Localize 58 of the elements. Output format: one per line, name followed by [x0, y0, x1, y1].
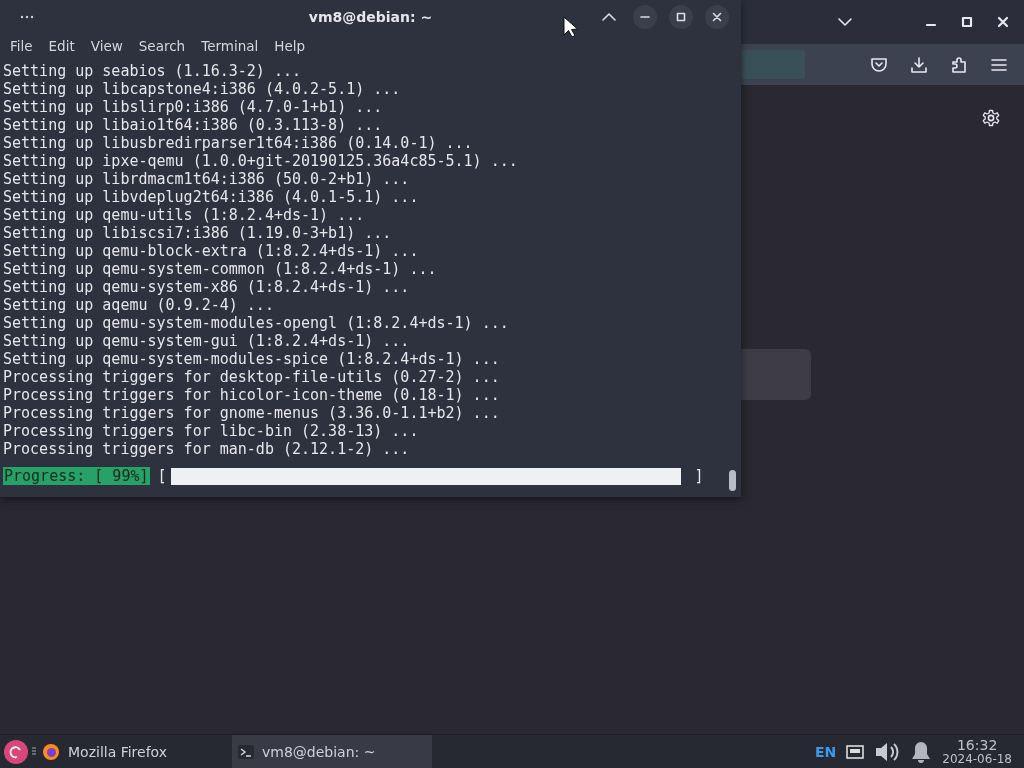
keyboard-layout[interactable]: EN [814, 743, 837, 760]
settings-icon[interactable] [980, 107, 1002, 129]
address-field[interactable] [742, 50, 805, 79]
clock[interactable]: 16:32 2024-06-18 [942, 737, 1012, 766]
taskbar-label: Mozilla Firefox [68, 743, 168, 760]
clock-date: 2024-06-18 [942, 751, 1012, 766]
output-line: Setting up qemu-system-gui (1:8.2.4+ds-1) ... [3, 332, 411, 350]
window-title: vm8@debian: ~ [308, 9, 433, 25]
progress-label: Progress: [ 99%] [3, 467, 150, 485]
menu-item[interactable]: View [82, 38, 131, 54]
output-line: Setting up qemu-system-modules-spice (1:8.2.4+ds-1) ... [3, 350, 501, 368]
bracket-text: [ [157, 467, 167, 485]
close-icon [712, 12, 722, 22]
output-line: Setting up libiscsi7:i386 (1.19.0-3+b1) ... [3, 224, 393, 242]
output-line: Setting up qemu-utils (1:8.2.4+ds-1) ... [3, 206, 366, 224]
maximize-icon [676, 12, 686, 22]
output-line: Setting up qemu-system-common (1:8.2.4+ds-1) ... [3, 260, 438, 278]
start-menu-icon[interactable] [4, 739, 28, 764]
output-line: Setting up ipxe-qemu (1.0.0+git-20190125.36a4c85-5.1) ... [3, 152, 519, 170]
output-line: Setting up qemu-block-extra (1:8.2.4+ds-1) ... [3, 242, 420, 260]
output-line: Setting up qemu-system-x86 (1:8.2.4+ds-1) ... [3, 278, 411, 296]
clock-time: 16:32 [956, 737, 998, 752]
output-line: Processing triggers for gnome-menus (3.36.0-1.1+b2) ... [3, 404, 501, 422]
output-line: Setting up libusbredirparser1t64:i386 (0.14.0-1) ... [3, 134, 474, 152]
menu-item[interactable]: Search [130, 38, 194, 54]
minimize-button[interactable] [633, 5, 657, 29]
taskbar-label: vm8@debian: ~ [262, 743, 376, 760]
menu-item[interactable]: Terminal [193, 38, 267, 54]
bell-icon[interactable] [910, 739, 933, 764]
network-icon[interactable] [846, 743, 865, 760]
output-line: Setting up libcapstone4:i386 (4.0.2-5.1) ... [3, 80, 402, 98]
bracket-text: ] [694, 467, 704, 485]
mouse-pointer-icon [563, 16, 579, 38]
menu-item[interactable]: Help [266, 38, 314, 54]
output-line: Setting up libvdeplug2t64:i386 (4.0.1-5.1) ... [3, 188, 420, 206]
output-line: Processing triggers for desktop-file-utils (0.27-2) ... [3, 368, 501, 386]
output-line: Setting up aqemu (0.9.2-4) ... [3, 296, 275, 314]
output-line: Processing triggers for man-db (2.12.1-2) ... [3, 440, 411, 458]
maximize-button[interactable] [669, 5, 693, 29]
output-line: Processing triggers for libc-bin (2.38-13) ... [3, 422, 420, 440]
volume-icon[interactable] [874, 740, 901, 763]
output-line: Setting up qemu-system-modules-opengl (1:8.2.4+ds-1) ... [3, 314, 510, 332]
close-button[interactable] [705, 5, 729, 29]
firefox-icon [42, 742, 60, 761]
taskbar-item[interactable]: Mozilla Firefox [36, 735, 232, 768]
close-icon[interactable] [997, 16, 1009, 28]
output-line: Processing triggers for hicolor-icon-theme (0.18-1) ... [3, 386, 501, 404]
menu-item[interactable]: Edit [40, 38, 83, 54]
separator-icon [32, 746, 36, 757]
scrollbar-thumb[interactable] [729, 470, 736, 491]
output-line: Setting up librdmacm1t64:i386 (50.0-2+b1) ... [3, 170, 411, 188]
menu-item[interactable]: File [2, 38, 41, 54]
output-line: Setting up libaio1t64:i386 (0.3.113-8) ... [3, 116, 384, 134]
output-line: Setting up seabios (1.16.3-2) ... [3, 62, 302, 80]
output-line: Setting up libslirp0:i386 (4.7.0-1+b1) ... [3, 98, 384, 116]
maximize-icon[interactable] [961, 16, 973, 28]
terminal-icon [238, 744, 254, 759]
taskbar-item[interactable]: vm8@debian: ~ [232, 735, 432, 768]
